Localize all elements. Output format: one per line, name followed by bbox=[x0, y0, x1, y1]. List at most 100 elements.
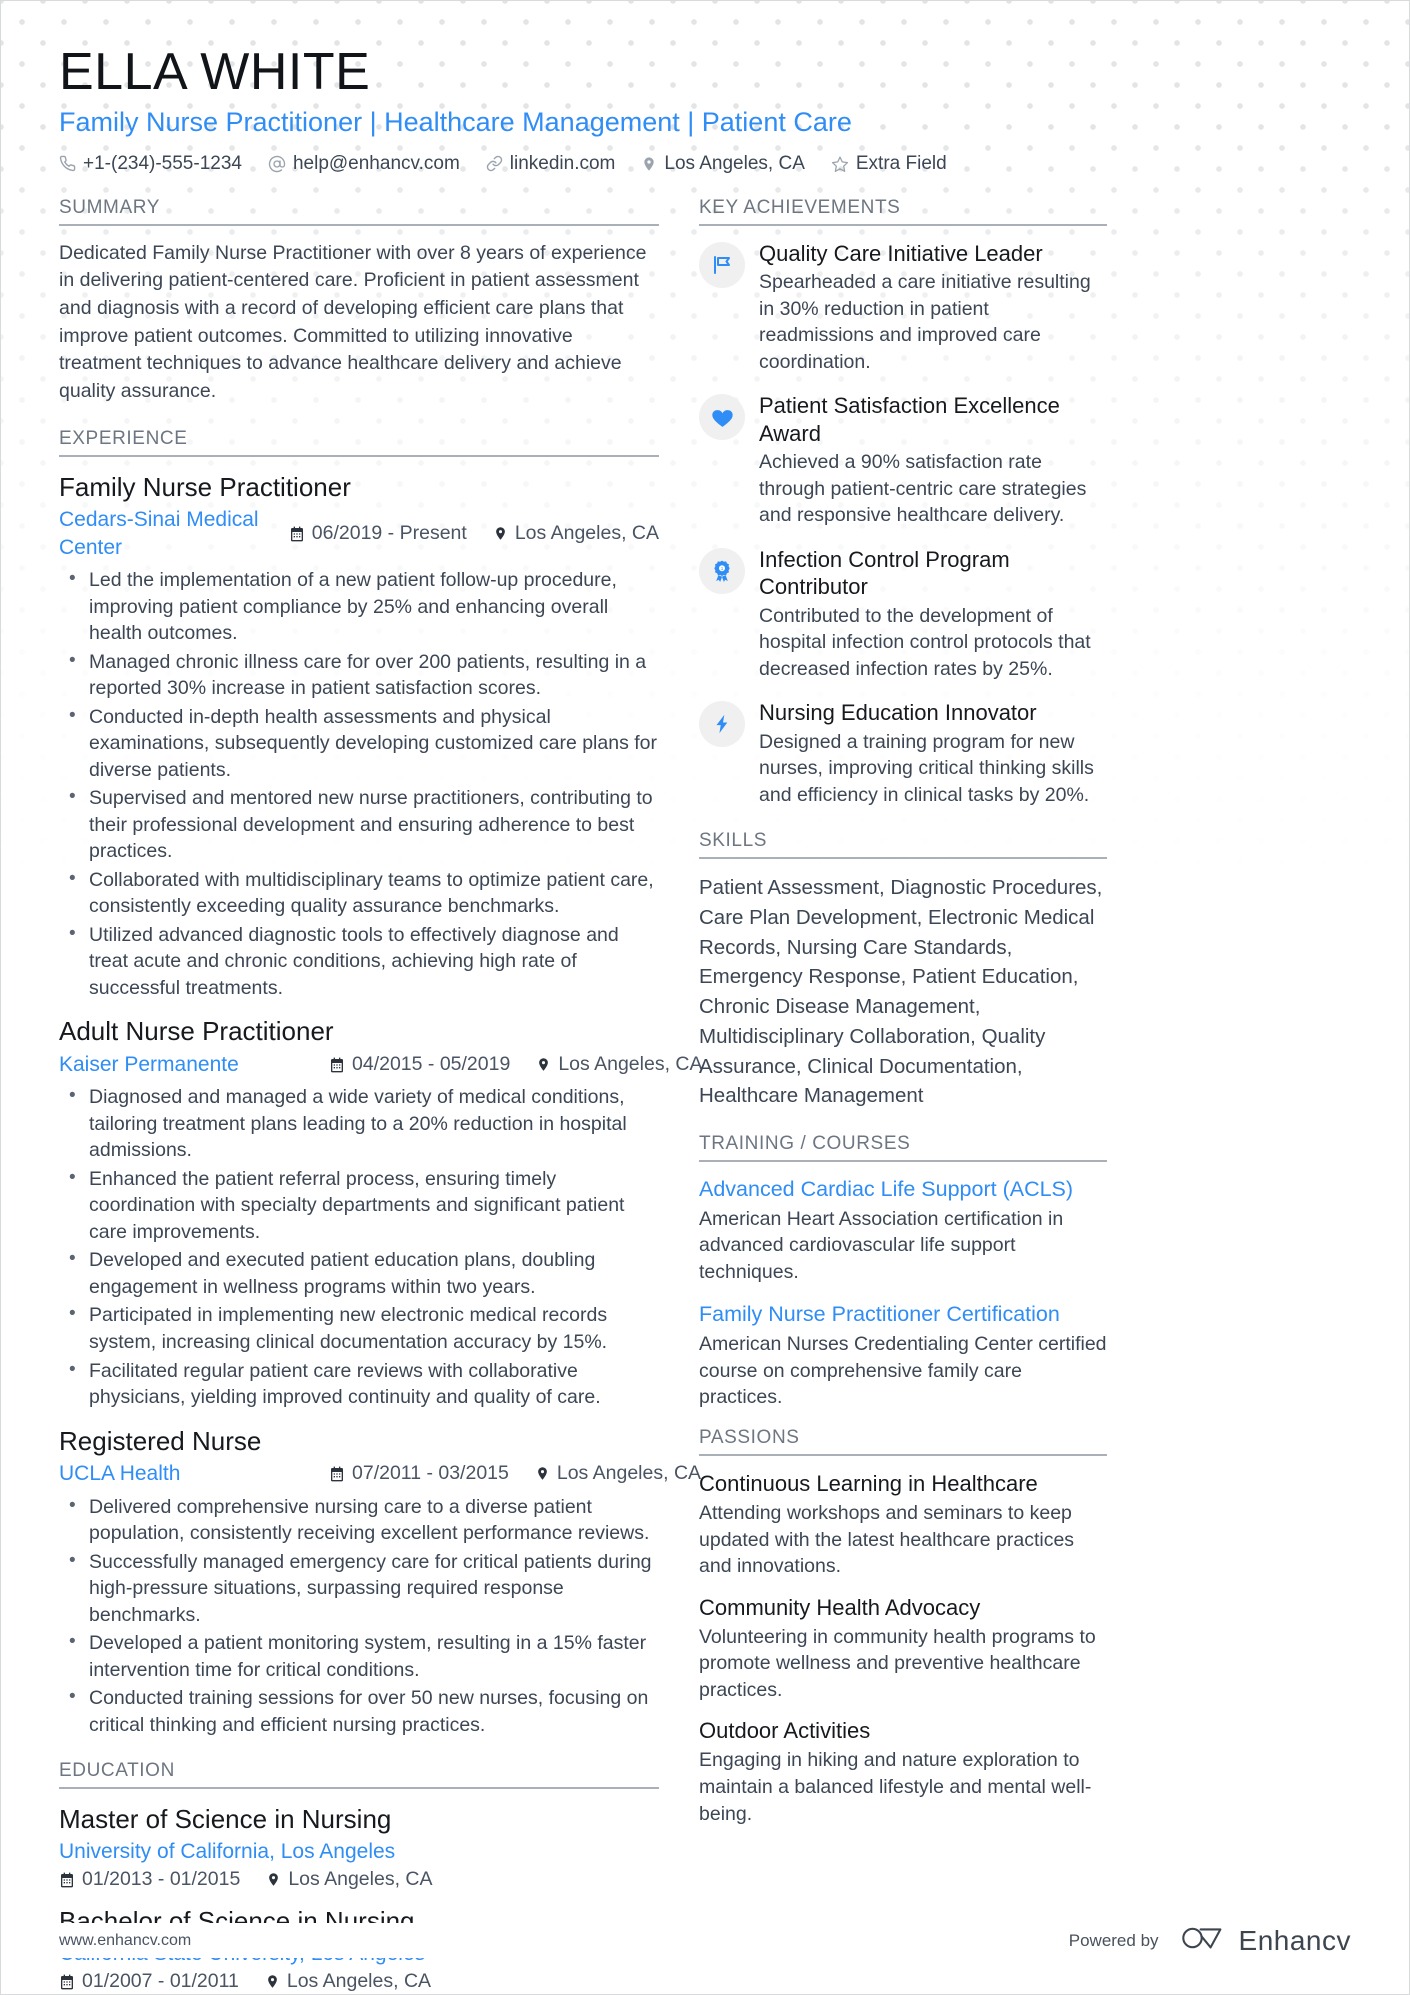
flag-icon bbox=[710, 253, 734, 277]
education-location: Los Angeles, CA bbox=[265, 1970, 431, 1993]
contact-extra-field[interactable]: Extra Field bbox=[831, 153, 947, 175]
experience-entry: Registered Nurse UCLA Health 07/2011 - 0… bbox=[59, 1425, 701, 1739]
section-title-key-achievements: KEY ACHIEVEMENTS bbox=[699, 196, 901, 218]
job-bullet: Conducted in-depth health assessments an… bbox=[63, 703, 659, 784]
job-meta: Cedars-Sinai Medical Center 06/2019 - Pr… bbox=[59, 506, 659, 561]
achievement-badge bbox=[699, 241, 745, 288]
job-location-text: Los Angeles, CA bbox=[514, 522, 659, 545]
contact-linkedin-text: linkedin.com bbox=[509, 152, 616, 174]
achievement-item: 1 Infection Control Program Contributor … bbox=[699, 546, 1107, 683]
job-dates: 07/2011 - 03/2015 bbox=[329, 1462, 509, 1485]
achievement-item: Nursing Education Innovator Designed a t… bbox=[699, 699, 1107, 808]
course-item: Advanced Cardiac Life Support (ACLS) Ame… bbox=[699, 1176, 1107, 1285]
calendar-icon bbox=[329, 1466, 345, 1482]
star-icon bbox=[831, 155, 849, 173]
contact-linkedin[interactable]: linkedin.com bbox=[486, 152, 616, 175]
section-summary: SUMMARY Dedicated Family Nurse Practitio… bbox=[59, 197, 659, 406]
contact-row: +1-(234)-555-1234 help@enhancv.com linke… bbox=[59, 153, 1351, 175]
job-bullet: Managed chronic illness care for over 20… bbox=[63, 648, 659, 702]
contact-phone[interactable]: +1-(234)-555-1234 bbox=[59, 153, 242, 175]
education-dates: 01/2013 - 01/2015 bbox=[59, 1868, 240, 1891]
job-organization[interactable]: UCLA Health bbox=[59, 1460, 329, 1487]
job-location-text: Los Angeles, CA bbox=[556, 1462, 702, 1485]
job-bullet: Conducted training sessions for over 50 … bbox=[63, 1684, 659, 1738]
section-title-skills: SKILLS bbox=[699, 830, 768, 852]
section-title-experience: EXPERIENCE bbox=[59, 427, 188, 449]
enhancv-brand[interactable]: Enhancv bbox=[1181, 1923, 1351, 1958]
job-bullets: Led the implementation of a new patient … bbox=[63, 566, 659, 1001]
education-location-text: Los Angeles, CA bbox=[286, 1970, 432, 1993]
job-location: Los Angeles, CA bbox=[536, 1053, 703, 1076]
section-rule bbox=[699, 1453, 1107, 1456]
education-meta: 01/2007 - 01/2011 Los Angeles, CA bbox=[59, 1970, 659, 1993]
job-location: Los Angeles, CA bbox=[493, 522, 659, 545]
course-description: American Heart Association certification… bbox=[699, 1207, 1064, 1283]
achievement-description: Designed a training program for new nurs… bbox=[759, 730, 1094, 806]
job-organization[interactable]: Kaiser Permanente bbox=[59, 1051, 329, 1078]
achievement-title: Infection Control Program Contributor bbox=[759, 546, 1010, 600]
education-location-text: Los Angeles, CA bbox=[288, 1868, 433, 1891]
section-rule bbox=[59, 454, 659, 457]
section-skills: SKILLS Patient Assessment, Diagnostic Pr… bbox=[699, 830, 1107, 1111]
section-training-courses: TRAINING / COURSES Advanced Cardiac Life… bbox=[699, 1133, 1107, 1411]
job-location: Los Angeles, CA bbox=[535, 1462, 701, 1485]
phone-icon bbox=[59, 155, 76, 172]
contact-location[interactable]: Los Angeles, CA bbox=[641, 152, 805, 175]
calendar-icon bbox=[329, 1057, 345, 1073]
resume-page: ELLA WHITE Family Nurse Practitioner | H… bbox=[0, 0, 1410, 1995]
section-rule bbox=[699, 857, 1107, 860]
section-title-passions: PASSIONS bbox=[699, 1426, 800, 1448]
passion-title: Community Health Advocacy bbox=[699, 1594, 981, 1620]
left-column: SUMMARY Dedicated Family Nurse Practitio… bbox=[59, 197, 703, 1995]
section-experience: EXPERIENCE Family Nurse Practitioner Ced… bbox=[59, 427, 703, 1739]
resume-footer: www.enhancv.com Powered by Enhancv bbox=[59, 1923, 1351, 1958]
job-bullet: Developed and executed patient education… bbox=[63, 1246, 659, 1300]
job-dates-text: 06/2019 - Present bbox=[311, 522, 467, 545]
job-organization[interactable]: Cedars-Sinai Medical Center bbox=[59, 506, 273, 561]
job-location-text: Los Angeles, CA bbox=[558, 1053, 703, 1076]
location-pin-icon bbox=[536, 1057, 551, 1072]
job-bullet: Developed a patient monitoring system, r… bbox=[63, 1629, 659, 1683]
education-degree: Master of Science in Nursing bbox=[59, 1804, 392, 1835]
achievement-badge bbox=[699, 394, 745, 441]
job-title: Adult Nurse Practitioner bbox=[59, 1016, 334, 1047]
job-bullets: Diagnosed and managed a wide variety of … bbox=[63, 1083, 659, 1411]
job-bullet: Diagnosed and managed a wide variety of … bbox=[63, 1083, 659, 1164]
achievement-title: Nursing Education Innovator bbox=[759, 700, 1037, 726]
section-rule bbox=[699, 1159, 1107, 1162]
job-bullet: Facilitated regular patient care reviews… bbox=[63, 1357, 659, 1411]
award-ribbon-icon: 1 bbox=[710, 559, 734, 583]
education-location: Los Angeles, CA bbox=[266, 1868, 433, 1891]
experience-entry: Adult Nurse Practitioner Kaiser Permanen… bbox=[59, 1015, 703, 1411]
education-school[interactable]: University of California, Los Angeles bbox=[59, 1838, 659, 1865]
summary-text: Dedicated Family Nurse Practitioner with… bbox=[59, 241, 647, 402]
resume-header: ELLA WHITE Family Nurse Practitioner | H… bbox=[59, 44, 1351, 175]
achievement-body: Infection Control Program Contributor Co… bbox=[759, 546, 1107, 683]
section-education: EDUCATION Master of Science in Nursing U… bbox=[59, 1760, 659, 1993]
course-title[interactable]: Family Nurse Practitioner Certification bbox=[699, 1301, 1107, 1329]
section-rule bbox=[699, 223, 1107, 226]
course-title[interactable]: Advanced Cardiac Life Support (ACLS) bbox=[699, 1176, 1107, 1204]
achievement-item: Quality Care Initiative Leader Spearhead… bbox=[699, 240, 1107, 376]
job-bullet: Enhanced the patient referral process, e… bbox=[63, 1165, 659, 1246]
achievement-badge: 1 bbox=[699, 547, 745, 594]
job-bullet: Collaborated with multidisciplinary team… bbox=[63, 866, 659, 920]
course-description: American Nurses Credentialing Center cer… bbox=[699, 1333, 1107, 1409]
passion-title: Continuous Learning in Healthcare bbox=[699, 1470, 1038, 1496]
contact-location-text: Los Angeles, CA bbox=[664, 152, 805, 174]
section-passions: PASSIONS Continuous Learning in Healthca… bbox=[699, 1427, 1107, 1827]
passion-description: Attending workshops and seminars to keep… bbox=[699, 1502, 1075, 1578]
footer-website-url[interactable]: www.enhancv.com bbox=[59, 1932, 191, 1950]
location-pin-icon bbox=[265, 1974, 280, 1989]
achievement-body: Nursing Education Innovator Designed a t… bbox=[759, 699, 1107, 808]
location-pin-icon bbox=[493, 526, 508, 541]
candidate-headline: Family Nurse Practitioner | Healthcare M… bbox=[59, 107, 852, 138]
email-icon bbox=[268, 155, 286, 173]
passion-item: Outdoor Activities Engaging in hiking an… bbox=[699, 1717, 1107, 1827]
achievement-body: Quality Care Initiative Leader Spearhead… bbox=[759, 240, 1107, 376]
section-title-training-courses: TRAINING / COURSES bbox=[699, 1132, 911, 1154]
contact-email[interactable]: help@enhancv.com bbox=[268, 153, 460, 175]
location-pin-icon bbox=[535, 1466, 550, 1481]
right-column: KEY ACHIEVEMENTS Quality Care Initiative… bbox=[699, 197, 1107, 1842]
achievement-title: Quality Care Initiative Leader bbox=[759, 240, 1043, 266]
